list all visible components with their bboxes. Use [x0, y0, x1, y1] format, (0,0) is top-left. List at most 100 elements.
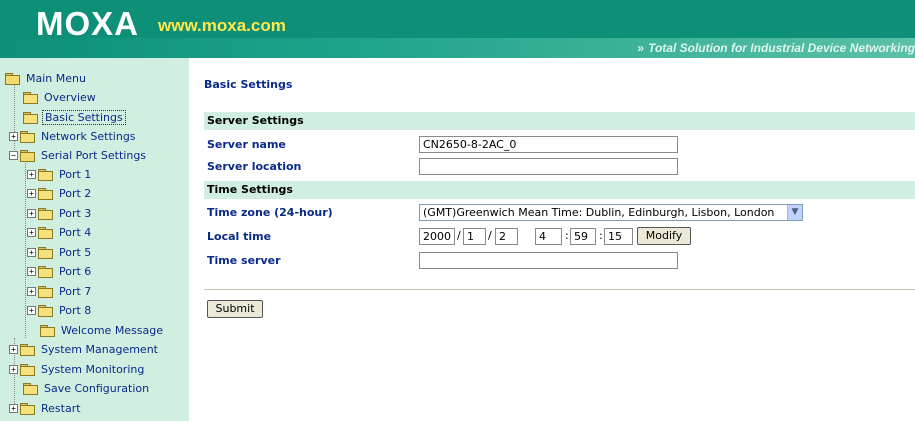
page-title: Basic Settings [204, 78, 293, 91]
sidebar-item-main-menu[interactable]: Main Menu [5, 69, 88, 87]
folder-icon [38, 246, 53, 259]
sidebar-item-label: Port 7 [59, 284, 92, 298]
server-location-input[interactable] [419, 158, 678, 175]
folder-icon [38, 285, 53, 298]
sidebar-item-label: Port 1 [59, 167, 92, 181]
website-link[interactable]: www.moxa.com [158, 16, 286, 36]
date-separator: / [488, 229, 492, 242]
sidebar-tree: Main Menu Overview Basic Settings + Netw… [0, 58, 189, 421]
tree-line [25, 158, 26, 338]
sidebar-item-port-1[interactable]: + Port 1 [27, 165, 93, 183]
local-time-minute-input[interactable] [570, 228, 596, 245]
sidebar-item-label: Port 8 [59, 303, 92, 317]
dropdown-arrow-icon[interactable]: ▼ [787, 205, 802, 220]
sidebar-item-port-5[interactable]: + Port 5 [27, 243, 93, 261]
sidebar-item-label: Port 3 [59, 206, 92, 220]
server-name-label: Server name [207, 138, 286, 151]
expand-icon[interactable]: + [27, 266, 36, 276]
folder-icon [38, 187, 53, 200]
sidebar-item-serial-port-settings[interactable]: − Serial Port Settings [9, 146, 148, 164]
expand-icon[interactable]: + [27, 286, 36, 296]
folder-icon [20, 130, 35, 143]
sidebar-item-label: System Monitoring [41, 362, 145, 376]
expand-icon[interactable]: + [9, 403, 18, 413]
date-separator: / [457, 229, 461, 242]
sidebar-item-label: Restart [41, 401, 81, 415]
sidebar-item-label: Serial Port Settings [41, 148, 147, 162]
folder-icon [23, 382, 38, 395]
expand-icon[interactable]: + [27, 305, 36, 315]
local-time-month-input[interactable] [463, 228, 486, 245]
sidebar-item-label: Basic Settings [42, 109, 126, 125]
sidebar-item-port-4[interactable]: + Port 4 [27, 223, 93, 241]
sidebar-item-label: Main Menu [26, 71, 86, 85]
local-time-year-input[interactable] [419, 228, 455, 245]
sidebar-item-label: Port 5 [59, 245, 92, 259]
submit-button[interactable]: Submit [207, 300, 263, 318]
sidebar-item-system-monitoring[interactable]: + System Monitoring [9, 360, 146, 378]
sidebar-item-label: Welcome Message [61, 323, 164, 337]
modify-button[interactable]: Modify [637, 227, 691, 245]
expand-icon[interactable]: + [27, 227, 36, 237]
section-header-server: Server Settings [204, 112, 915, 130]
sidebar-item-label: Port 2 [59, 186, 92, 200]
local-time-second-input[interactable] [604, 228, 633, 245]
sidebar-item-label: Port 6 [59, 264, 92, 278]
sidebar-item-label: Port 4 [59, 225, 92, 239]
folder-icon [23, 111, 38, 124]
sidebar-item-network-settings[interactable]: + Network Settings [9, 127, 138, 145]
server-name-input[interactable] [419, 136, 678, 153]
expand-icon[interactable]: + [27, 247, 36, 257]
expand-icon[interactable]: + [9, 131, 18, 141]
section-header-time: Time Settings [204, 181, 915, 199]
sidebar-item-basic-settings[interactable]: Basic Settings [23, 108, 126, 126]
open-folder-icon [20, 149, 35, 162]
folder-icon [20, 363, 35, 376]
double-chevron-icon: » [637, 41, 645, 55]
local-time-label: Local time [207, 230, 272, 243]
sidebar-item-welcome-message[interactable]: Welcome Message [40, 321, 165, 339]
time-separator: : [599, 229, 603, 242]
sidebar-item-label: Save Configuration [44, 381, 150, 395]
sidebar-item-restart[interactable]: + Restart [9, 399, 83, 417]
sidebar-item-label: Overview [44, 90, 96, 104]
tagline: » Total Solution for Industrial Device Ne… [637, 41, 915, 55]
sidebar-item-save-configuration[interactable]: Save Configuration [23, 379, 151, 397]
sidebar-item-overview[interactable]: Overview [23, 88, 98, 106]
collapse-icon[interactable]: − [9, 150, 18, 160]
time-server-input[interactable] [419, 252, 678, 269]
timezone-label: Time zone (24-hour) [207, 206, 333, 219]
divider [204, 289, 915, 290]
expand-icon[interactable]: + [27, 169, 36, 179]
open-folder-icon [5, 72, 20, 85]
expand-icon[interactable]: + [27, 208, 36, 218]
expand-icon[interactable]: + [27, 188, 36, 198]
expand-icon[interactable]: + [9, 344, 18, 354]
sidebar-item-port-7[interactable]: + Port 7 [27, 282, 93, 300]
time-server-label: Time server [207, 254, 281, 267]
timezone-select-value: (GMT)Greenwich Mean Time: Dublin, Edinbu… [423, 206, 775, 219]
local-time-day-input[interactable] [495, 228, 518, 245]
sidebar-item-port-2[interactable]: + Port 2 [27, 184, 93, 202]
folder-icon [20, 402, 35, 415]
tagline-text: Total Solution for Industrial Device Net… [648, 41, 915, 55]
folder-icon [38, 168, 53, 181]
main-content: Basic Settings Server Settings Server na… [189, 58, 915, 421]
folder-icon [23, 91, 38, 104]
time-separator: : [565, 229, 569, 242]
sidebar-item-port-3[interactable]: + Port 3 [27, 204, 93, 222]
folder-icon [38, 207, 53, 220]
sidebar-item-port-6[interactable]: + Port 6 [27, 262, 93, 280]
sidebar-item-port-8[interactable]: + Port 8 [27, 301, 93, 319]
expand-icon[interactable]: + [9, 364, 18, 374]
sidebar-item-label: Network Settings [41, 129, 136, 143]
local-time-hour-input[interactable] [535, 228, 562, 245]
header-banner: MOXA www.moxa.com » Total Solution for In… [0, 0, 915, 58]
sidebar-item-system-management[interactable]: + System Management [9, 340, 160, 358]
server-location-label: Server location [207, 160, 302, 173]
folder-icon [40, 324, 55, 337]
folder-icon [38, 226, 53, 239]
timezone-select[interactable]: (GMT)Greenwich Mean Time: Dublin, Edinbu… [419, 204, 803, 221]
sidebar-item-label: System Management [41, 342, 158, 356]
folder-icon [38, 265, 53, 278]
